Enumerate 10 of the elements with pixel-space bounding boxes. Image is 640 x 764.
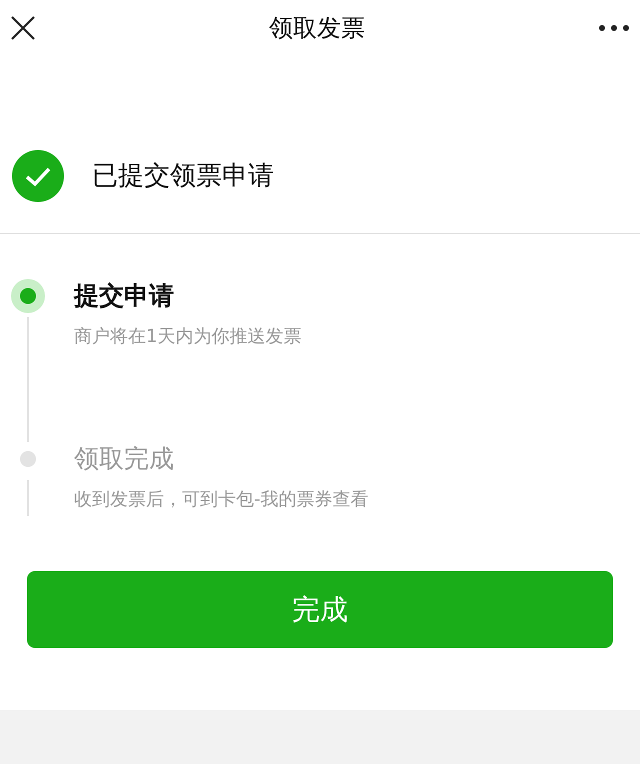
close-icon[interactable] xyxy=(10,14,36,40)
step-description: 商户将在1天内为你推送发票 xyxy=(74,325,302,349)
window-title: 领取发票 xyxy=(269,12,365,44)
step-title: 领取完成 xyxy=(74,443,175,475)
status-text: 已提交领票申请 xyxy=(92,160,274,192)
step-title: 提交申请 xyxy=(74,280,175,312)
step-description: 收到发票后，可到卡包-我的票券查看 xyxy=(74,488,368,512)
more-icon[interactable] xyxy=(598,24,630,32)
check-circle-icon xyxy=(12,150,64,202)
done-button[interactable]: 完成 xyxy=(27,571,613,648)
